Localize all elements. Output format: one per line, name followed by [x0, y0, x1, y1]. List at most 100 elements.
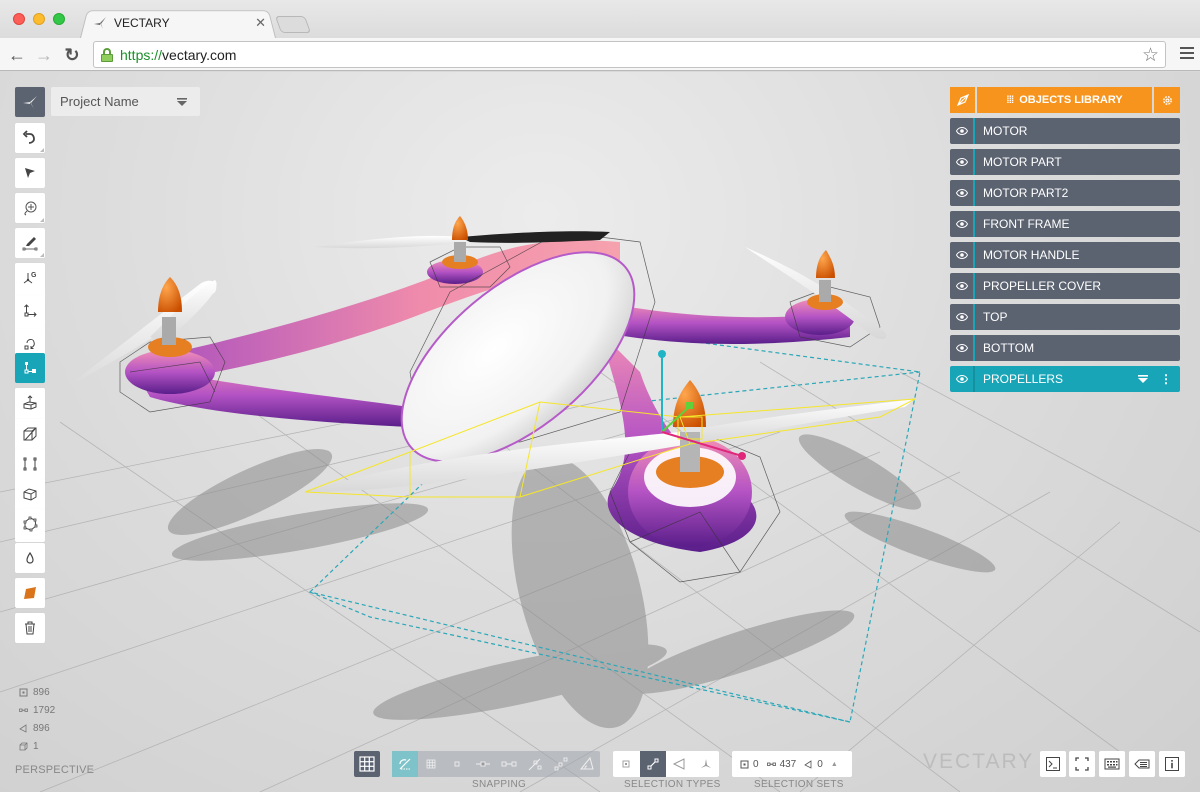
selected-vertices: 0: [740, 759, 759, 770]
layer-filter-icon[interactable]: [1138, 375, 1148, 383]
fullscreen-button[interactable]: [1069, 751, 1095, 777]
browser-tab[interactable]: VECTARY ✕: [88, 8, 274, 38]
project-name: Project Name: [60, 94, 139, 109]
layer-name: MOTOR PART2: [983, 186, 1069, 200]
layer-item[interactable]: MOTOR PART: [950, 149, 1180, 175]
snap-edge-button[interactable]: [496, 751, 522, 777]
layer-item[interactable]: MOTOR: [950, 118, 1180, 144]
extrude-button[interactable]: [15, 388, 45, 418]
layer-name: BOTTOM: [983, 341, 1035, 355]
snap-edge-midpoint-button[interactable]: [470, 751, 496, 777]
material-swatch-button[interactable]: [15, 578, 45, 608]
browser-menu-icon[interactable]: [1180, 47, 1194, 61]
visibility-eye-icon[interactable]: [950, 149, 975, 175]
visibility-eye-icon[interactable]: [950, 335, 975, 361]
snap-edge-icon: [501, 761, 517, 767]
url-text: https://vectary.com: [120, 46, 237, 63]
project-name-dropdown[interactable]: Project Name: [51, 87, 200, 116]
bookmark-star-icon[interactable]: ☆: [1142, 44, 1159, 67]
snap-grid-button[interactable]: [418, 751, 444, 777]
visibility-eye-icon[interactable]: [950, 366, 975, 392]
draw-line-button[interactable]: [15, 228, 45, 258]
object-count: 1: [19, 737, 55, 755]
select-button[interactable]: [15, 158, 45, 188]
snap-vertex-button[interactable]: [444, 751, 470, 777]
select-vertex-button[interactable]: [613, 751, 640, 777]
address-bar[interactable]: https://vectary.com ☆: [93, 41, 1166, 68]
toggle-grid-button[interactable]: [354, 751, 380, 777]
bridge-button[interactable]: [15, 449, 45, 479]
bevel-button[interactable]: [15, 479, 45, 509]
camera-mode-label[interactable]: PERSPECTIVE: [15, 764, 94, 776]
info-button[interactable]: [1159, 751, 1185, 777]
lasso-add-button[interactable]: [15, 193, 45, 223]
compass-pen-icon: [956, 93, 969, 107]
layer-item[interactable]: MOTOR HANDLE: [950, 242, 1180, 268]
layer-item[interactable]: PROPELLER COVER: [950, 273, 1180, 299]
visibility-eye-icon[interactable]: [950, 118, 975, 144]
tab-close-icon[interactable]: ✕: [255, 15, 266, 31]
new-tab-button[interactable]: [274, 16, 312, 33]
vectary-logo-button[interactable]: [15, 87, 45, 117]
layer-item[interactable]: PROPELLERS ⋮: [950, 366, 1180, 392]
visibility-eye-icon[interactable]: [950, 211, 975, 237]
select-face-button[interactable]: [666, 751, 693, 777]
filter-dropdown-icon: [177, 97, 187, 106]
material-button[interactable]: [15, 543, 45, 573]
vectary-favicon-icon: [94, 17, 106, 29]
undo-button[interactable]: [15, 123, 45, 153]
snap-increment-button[interactable]: [548, 751, 574, 777]
layer-item[interactable]: MOTOR PART2: [950, 180, 1180, 206]
objects-library-button[interactable]: ⁞⁞⁞ OBJECTS LIBRARY: [977, 87, 1152, 113]
extrude-icon: [23, 395, 37, 410]
snap-face-button[interactable]: [522, 751, 548, 777]
layer-more-icon[interactable]: ⋮: [1160, 372, 1172, 386]
minimize-window-button[interactable]: [33, 13, 45, 25]
object-cube-icon: [19, 742, 28, 750]
gizmo-z-handle: [686, 402, 693, 409]
keyboard-shortcuts-button[interactable]: [1099, 751, 1125, 777]
visibility-eye-icon[interactable]: [950, 304, 975, 330]
cut-button[interactable]: [15, 419, 45, 449]
console-button[interactable]: [1040, 751, 1066, 777]
visibility-eye-icon[interactable]: [950, 180, 975, 206]
select-object-button[interactable]: [693, 751, 720, 777]
bridge-edges-icon: [23, 457, 37, 471]
vertex-icon: [740, 760, 749, 768]
close-window-button[interactable]: [13, 13, 25, 25]
tag-panel-button[interactable]: [1129, 751, 1155, 777]
select-edge-button[interactable]: [639, 751, 666, 777]
back-arrow-icon[interactable]: ←: [6, 44, 28, 66]
polygon-button[interactable]: [15, 509, 45, 539]
layer-name: MOTOR PART: [983, 155, 1062, 169]
move-button[interactable]: [15, 296, 45, 326]
visibility-eye-icon[interactable]: [950, 242, 975, 268]
scale-button[interactable]: [15, 353, 45, 383]
snap-angle-button[interactable]: [574, 751, 600, 777]
tab-title: VECTARY: [114, 16, 170, 30]
snap-face-icon: [528, 758, 542, 771]
material-library-button[interactable]: [950, 87, 975, 113]
selection-sets-dropdown[interactable]: 0 437 0 ▲: [732, 751, 852, 777]
svg-text:G: G: [31, 272, 37, 279]
library-settings-button[interactable]: [1154, 87, 1180, 113]
layer-name: PROPELLERS: [983, 372, 1064, 386]
snap-off-button[interactable]: [392, 751, 418, 777]
gizmo-global-button[interactable]: G: [15, 263, 45, 293]
layer-name: TOP: [983, 310, 1008, 324]
snap-vertex-icon: [454, 761, 460, 767]
layer-item[interactable]: TOP: [950, 304, 1180, 330]
selection-types-label: SELECTION TYPES: [624, 779, 721, 790]
maximize-window-button[interactable]: [53, 13, 65, 25]
reload-icon[interactable]: ↻: [61, 44, 83, 66]
delete-button[interactable]: [15, 613, 45, 643]
vertex-count: 896: [19, 683, 55, 701]
visibility-eye-icon[interactable]: [950, 273, 975, 299]
layer-item[interactable]: BOTTOM: [950, 335, 1180, 361]
forward-arrow-icon[interactable]: →: [33, 44, 55, 66]
layer-name: MOTOR: [983, 124, 1028, 138]
layer-item[interactable]: FRONT FRAME: [950, 211, 1180, 237]
trash-icon: [25, 621, 35, 635]
3d-viewport[interactable]: Project Name G 896 1792 896 1 PERSPECTIV…: [0, 72, 1200, 792]
gear-icon: [1162, 95, 1172, 105]
